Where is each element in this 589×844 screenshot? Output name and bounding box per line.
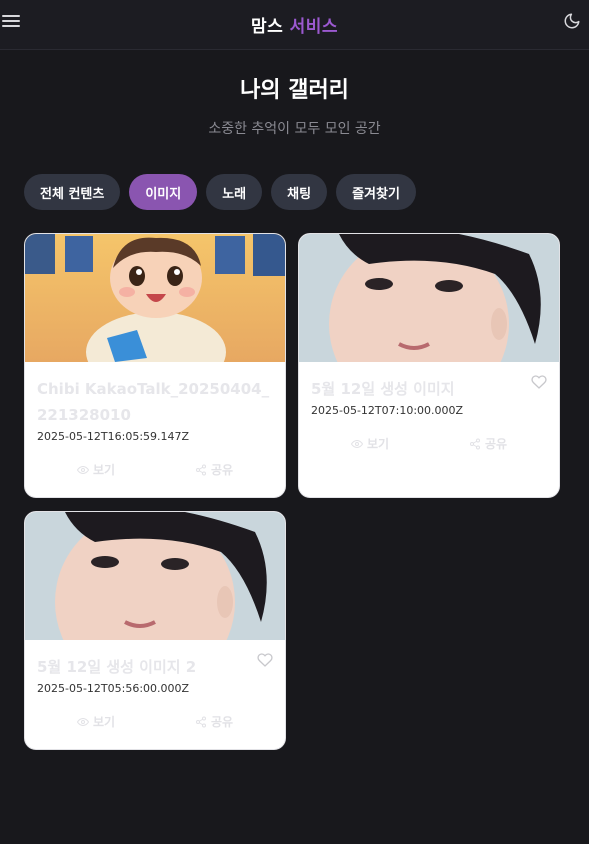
eye-icon <box>350 439 363 448</box>
moon-icon[interactable] <box>563 12 581 30</box>
tab-images[interactable]: 이미지 <box>129 174 198 210</box>
share-label: 공유 <box>210 715 234 729</box>
eye-icon <box>76 717 89 726</box>
share-label: 공유 <box>210 463 234 477</box>
eye-icon <box>76 465 89 474</box>
card-thumbnail[interactable] <box>299 234 559 362</box>
share-icon <box>469 438 480 449</box>
share-button[interactable]: 공유 <box>195 713 233 730</box>
share-label: 공유 <box>484 437 508 451</box>
view-label: 보기 <box>92 715 116 729</box>
view-button[interactable]: 보기 <box>76 461 116 478</box>
gallery-card[interactable]: 5월 12일 생성 이미지 2025-05-12T07:10:00.000Z 보… <box>298 233 560 498</box>
gallery-card[interactable]: 5월 12일 생성 이미지 2 2025-05-12T05:56:00.000Z… <box>24 511 286 750</box>
card-date: 2025-05-12T05:56:00.000Z <box>37 682 190 695</box>
logo-main-text: 맘스 <box>250 17 284 37</box>
woman-portrait-image <box>25 512 285 640</box>
card-date: 2025-05-12T16:05:59.147Z <box>37 430 190 443</box>
hamburger-menu-icon[interactable] <box>2 12 20 30</box>
app-logo[interactable]: 맘스 서비스 <box>251 12 338 37</box>
tab-all-contents[interactable]: 전체 컨텐츠 <box>24 174 121 210</box>
share-icon <box>195 464 206 475</box>
share-button[interactable]: 공유 <box>469 435 507 452</box>
tab-favorites[interactable]: 즐겨찾기 <box>336 174 416 210</box>
share-button[interactable]: 공유 <box>195 461 233 478</box>
heart-icon[interactable] <box>257 652 273 668</box>
card-title: Chibi KakaoTalk_20250404_221328010 <box>37 380 270 424</box>
page-subtitle: 소중한 추억이 모두 모인 공간 <box>208 121 381 137</box>
page-title: 나의 갤러리 <box>240 78 349 103</box>
view-button[interactable]: 보기 <box>76 713 116 730</box>
logo-accent-text: 서비스 <box>289 17 339 37</box>
card-date: 2025-05-12T07:10:00.000Z <box>311 404 464 417</box>
app-header: 맘스 서비스 <box>0 0 589 50</box>
card-thumbnail[interactable] <box>25 234 285 362</box>
heart-icon[interactable] <box>531 374 547 390</box>
card-title: 5월 12일 생성 이미지 <box>311 380 455 398</box>
chibi-baby-image <box>25 234 285 362</box>
card-thumbnail[interactable] <box>25 512 285 640</box>
view-label: 보기 <box>366 437 390 451</box>
page-heading: 나의 갤러리 소중한 추억이 모두 모인 공간 <box>0 72 589 138</box>
gallery-card[interactable]: Chibi KakaoTalk_20250404_221328010 2025-… <box>24 233 286 498</box>
category-tabs: 전체 컨텐츠 이미지 노래 채팅 즐겨찾기 <box>0 174 589 210</box>
view-label: 보기 <box>92 463 116 477</box>
view-button[interactable]: 보기 <box>350 435 390 452</box>
woman-portrait-image <box>299 234 559 362</box>
tab-chats[interactable]: 채팅 <box>271 174 328 210</box>
card-title: 5월 12일 생성 이미지 2 <box>37 658 197 676</box>
tab-songs[interactable]: 노래 <box>206 174 263 210</box>
share-icon <box>195 716 206 727</box>
